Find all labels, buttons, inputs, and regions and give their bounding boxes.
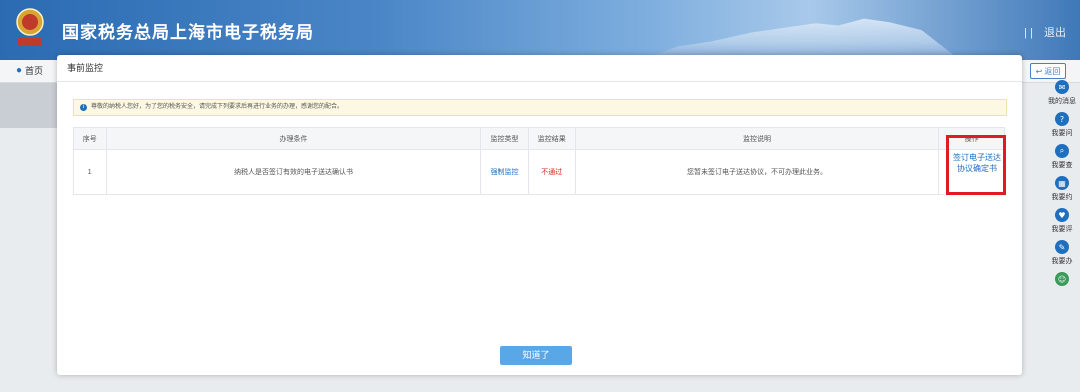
site-title: 国家税务总局上海市电子税务局 (62, 23, 314, 42)
row-description: 您暂未签订电子送达协议，不可办理此业务。 (574, 149, 940, 195)
home-tab[interactable]: ● 首页 (16, 64, 43, 77)
info-icon: i (80, 104, 87, 111)
back-button[interactable]: ↩ 返回 (1030, 63, 1066, 79)
header-banner: 国家税务总局上海市电子税务局 | | 退出 (0, 0, 1080, 60)
sidebar-item-label: 我要查 (1051, 162, 1073, 169)
sidebar-item-label: 我要约 (1051, 194, 1073, 201)
banner-mountain-graphic (640, 18, 960, 60)
rating-icon: ♥ (1055, 208, 1069, 222)
sidebar-item-query[interactable]: ⌕ 我要查 (1044, 144, 1080, 170)
sidebar-item-messages[interactable]: ✉ 我的消息 (1044, 80, 1080, 106)
row-result: 不通过 (527, 149, 576, 195)
message-icon: ✉ (1055, 80, 1069, 94)
notice-text: 尊敬的纳税人您好，为了您的税务安全，请完成下列要求后再进行业务的办理，感谢您的配… (91, 104, 344, 110)
location-pin-icon: ● (16, 65, 23, 76)
row-type-link[interactable]: 强制监控 (480, 149, 529, 195)
col-description: 监控说明 (574, 127, 940, 150)
search-icon: ⌕ (1055, 144, 1069, 158)
robot-icon: ☺ (1055, 272, 1069, 286)
left-background-panel (0, 83, 58, 128)
sidebar-item-appointment[interactable]: ▦ 我要约 (1044, 176, 1080, 202)
sidebar-item-label: 我要评 (1051, 226, 1073, 233)
modal-title: 事前监控 (57, 55, 1022, 82)
sidebar-item-rate[interactable]: ♥ 我要评 (1044, 208, 1080, 234)
question-icon: ? (1055, 112, 1069, 126)
sign-agreement-link[interactable]: 签订电子送达协议确定书 (951, 152, 1003, 174)
calendar-icon: ▦ (1055, 176, 1069, 190)
col-type: 监控类型 (480, 127, 529, 150)
table-header-row: 序号 办理条件 监控类型 监控结果 监控说明 操作 (73, 127, 1005, 150)
home-tab-label: 首页 (25, 66, 44, 76)
edit-icon: ✎ (1055, 240, 1069, 254)
monitor-table: 序号 办理条件 监控类型 监控结果 监控说明 操作 1 纳税人是否签订有效的电子… (73, 127, 1005, 195)
pre-monitor-modal: 事前监控 i 尊敬的纳税人您好，为了您的税务安全，请完成下列要求后再进行业务的办… (57, 55, 1022, 375)
header-separator: | | (1024, 27, 1033, 39)
sidebar-item-ask[interactable]: ? 我要问 (1044, 112, 1080, 138)
acknowledge-button[interactable]: 知道了 (500, 346, 572, 365)
col-index: 序号 (73, 127, 107, 150)
back-arrow-icon: ↩ (1035, 66, 1043, 76)
sidebar-item-robot[interactable]: ☺ (1044, 272, 1080, 286)
sidebar-item-label: 我的消息 (1048, 98, 1076, 105)
back-button-label: 返回 (1044, 66, 1061, 76)
col-result: 监控结果 (527, 127, 576, 150)
notice-bar: i 尊敬的纳税人您好，为了您的税务安全，请完成下列要求后再进行业务的办理，感谢您… (73, 99, 1007, 116)
sidebar-item-label: 我要问 (1051, 130, 1073, 137)
tax-emblem-icon (16, 8, 44, 46)
row-condition: 纳税人是否签订有效的电子送达确认书 (105, 149, 482, 195)
logout-link[interactable]: 退出 (1044, 27, 1066, 39)
sidebar-item-label: 我要办 (1051, 258, 1073, 265)
right-sidebar: ✉ 我的消息 ? 我要问 ⌕ 我要查 ▦ 我要约 ♥ 我要评 ✎ 我要办 ☺ (1044, 80, 1080, 292)
table-row: 1 纳税人是否签订有效的电子送达确认书 强制监控 不通过 您暂未签订电子送达协议… (73, 149, 1005, 195)
row-index: 1 (73, 149, 107, 195)
header-actions: | | 退出 (1016, 24, 1066, 40)
sidebar-item-handle[interactable]: ✎ 我要办 (1044, 240, 1080, 266)
col-condition: 办理条件 (105, 127, 482, 150)
